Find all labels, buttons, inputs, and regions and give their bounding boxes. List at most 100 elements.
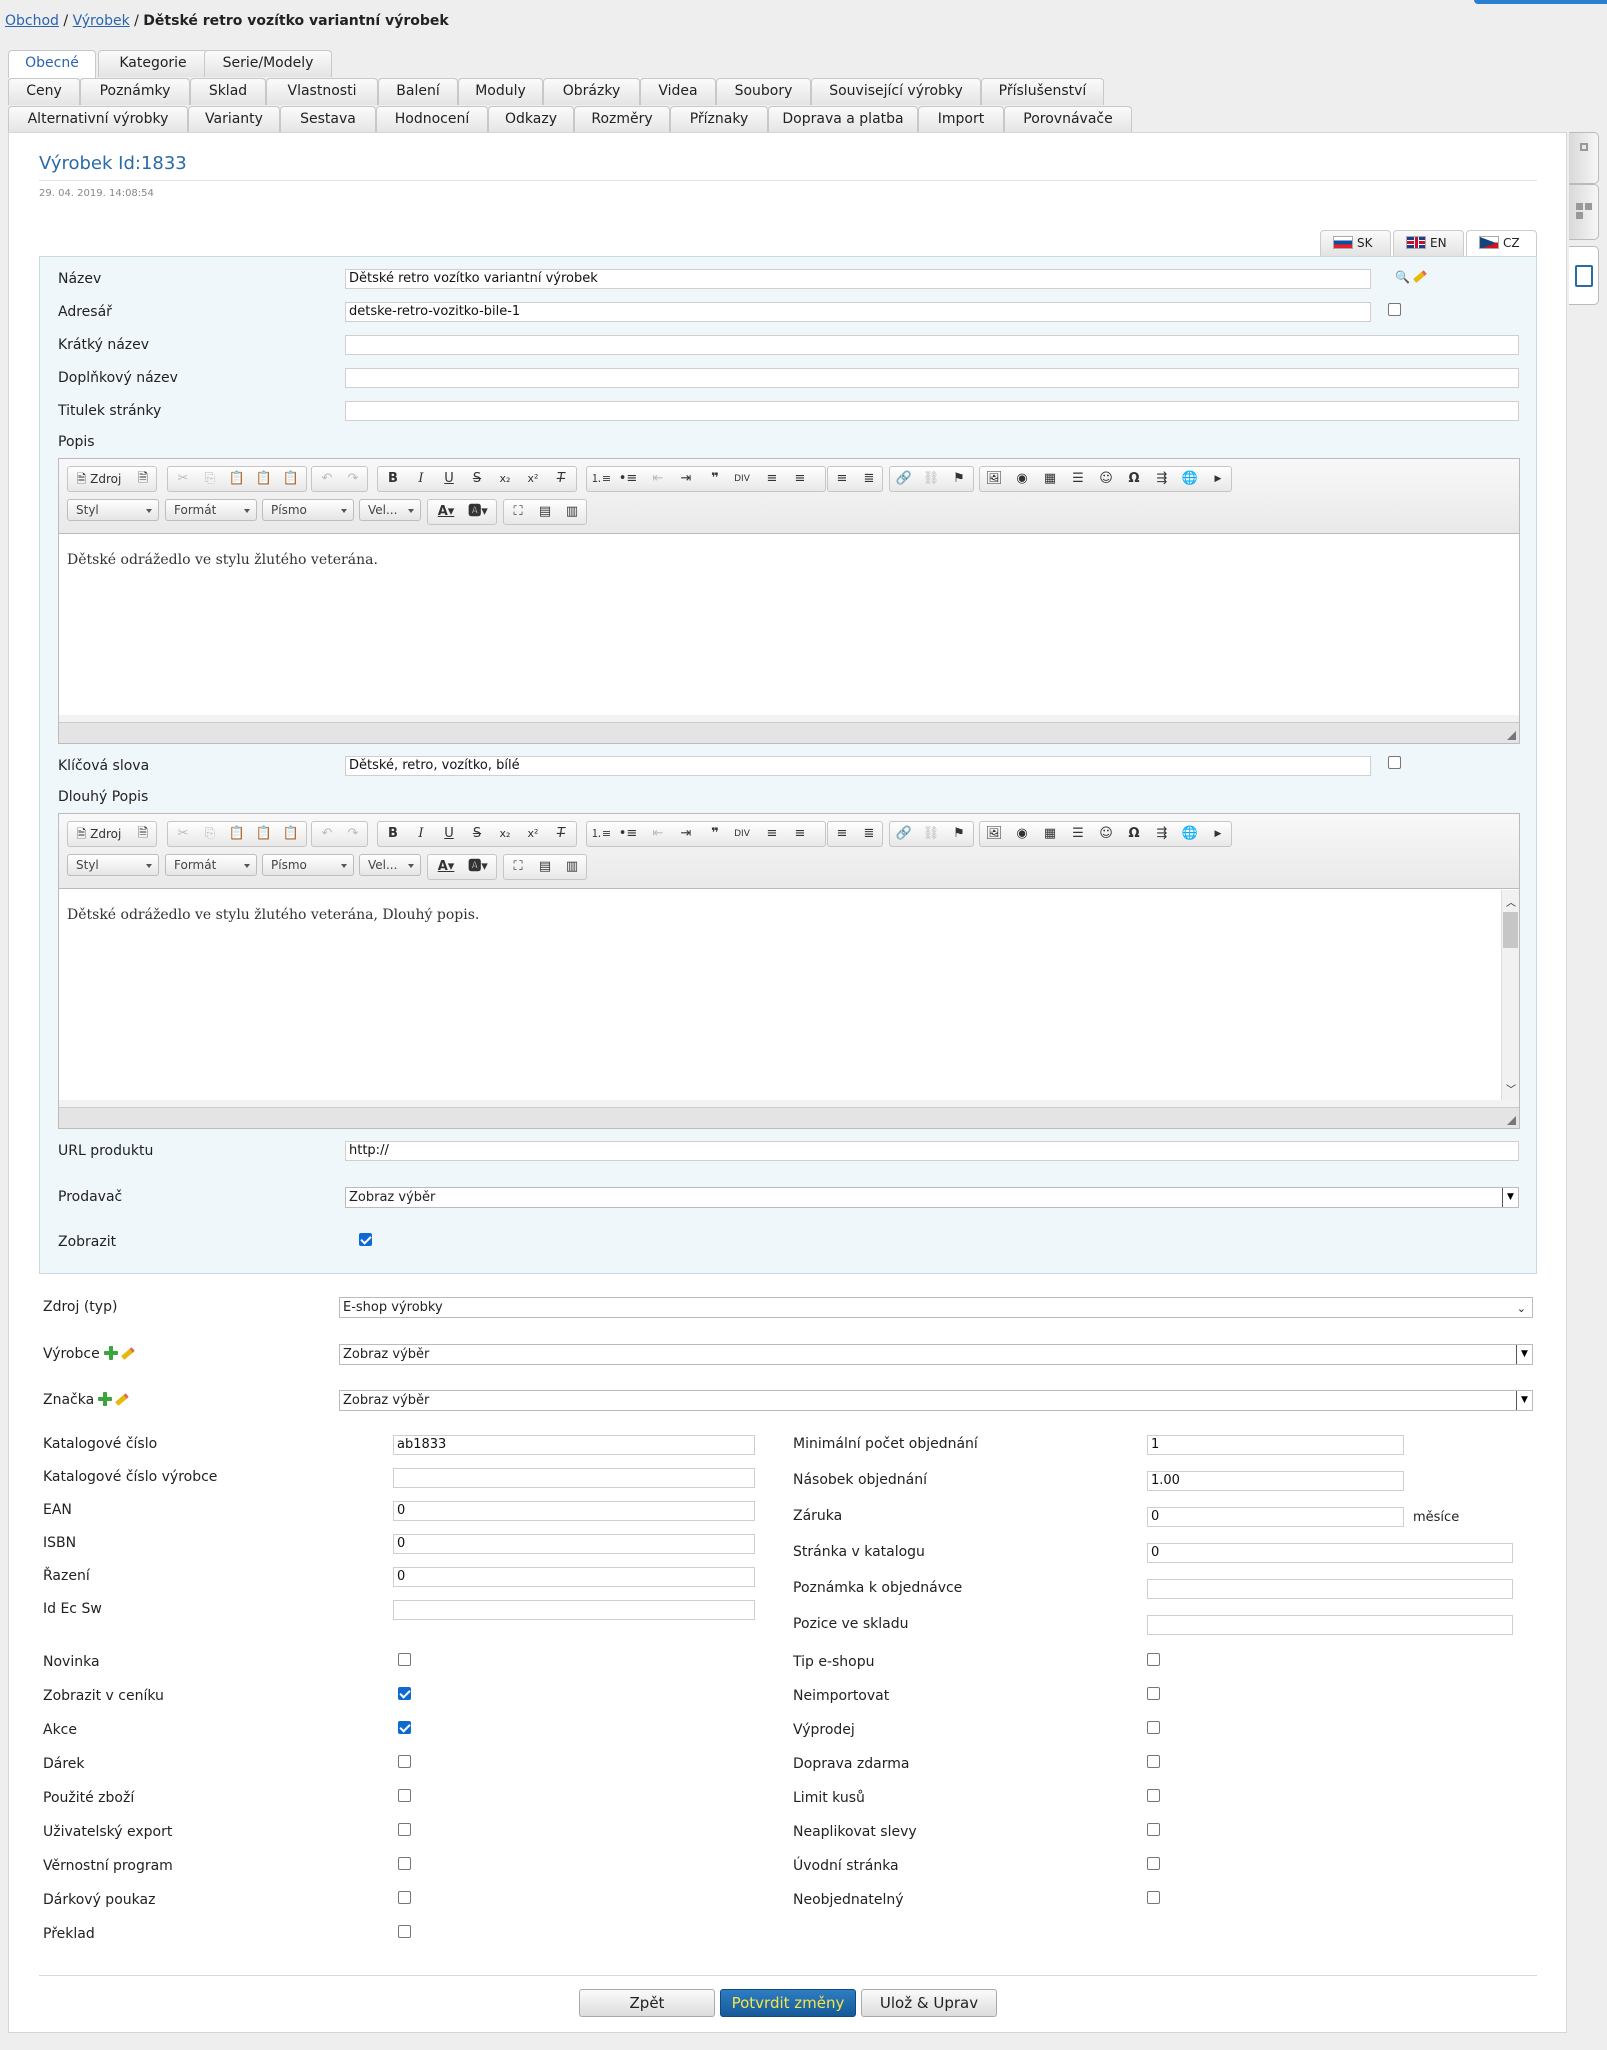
numbered-list-icon[interactable]: ⒈≡ (590, 469, 612, 489)
remove-format-icon[interactable]: T̶ (550, 469, 572, 489)
isbn-input[interactable]: 0 (393, 1534, 755, 1554)
tab-series-models[interactable]: Serie/Modely (204, 50, 332, 77)
ean-input[interactable]: 0 (393, 1501, 755, 1521)
paste-word-icon[interactable]: 📋 (280, 469, 302, 489)
table-icon[interactable]: ▦ (1039, 824, 1061, 844)
tab-alternative-products[interactable]: Alternativní výrobky (8, 106, 188, 133)
left-checkbox[interactable] (398, 1823, 411, 1836)
align-right-icon[interactable]: ≡ (831, 469, 853, 489)
link-icon[interactable]: 🔗 (893, 824, 915, 844)
tab-accessories[interactable]: Příslušenství (981, 78, 1104, 105)
link-icon[interactable]: 🔗 (893, 469, 915, 489)
cut-icon[interactable]: ✂ (172, 824, 194, 844)
address-input[interactable]: detske-retro-vozitko-bile-1 (345, 302, 1371, 322)
extra-name-input[interactable] (345, 368, 1519, 388)
lang-tab-sk[interactable]: SK (1320, 230, 1391, 257)
search-edit-icon[interactable]: 🔍 (1395, 270, 1427, 284)
left-checkbox[interactable] (398, 1653, 411, 1666)
superscript-icon[interactable]: x² (522, 824, 544, 844)
special-char-icon[interactable]: Ω (1123, 469, 1145, 489)
anchor-flag-icon[interactable]: ⚑ (948, 824, 970, 844)
breadcrumb-shop-link[interactable]: Obchod (5, 13, 59, 29)
iframe-icon[interactable]: 🌐 (1179, 824, 1201, 844)
scrollbar-thumb[interactable] (1503, 912, 1518, 948)
short-name-input[interactable] (345, 335, 1519, 355)
lang-tab-cz[interactable]: CZ (1466, 230, 1537, 257)
product-url-input[interactable]: http:// (345, 1141, 1519, 1161)
font-dropdown[interactable]: Písmo (262, 854, 354, 876)
iframe-icon[interactable]: 🌐 (1179, 469, 1201, 489)
strike-icon[interactable]: S (466, 824, 488, 844)
format-dropdown[interactable]: Formát (165, 499, 257, 521)
redo-icon[interactable]: ↷ (342, 824, 364, 844)
long-description-content[interactable]: Dětské odrážedlo ve stylu žlutého veterá… (59, 889, 1519, 1100)
lang-tab-en[interactable]: EN (1393, 230, 1464, 257)
undo-icon[interactable]: ↶ (316, 824, 338, 844)
outdent-icon[interactable]: ⇤ (647, 824, 669, 844)
image-icon[interactable]: 🖼 (983, 469, 1005, 489)
strike-icon[interactable]: S (466, 469, 488, 489)
paste-icon[interactable]: 📋 (226, 469, 248, 489)
superscript-icon[interactable]: x² (522, 469, 544, 489)
cut-icon[interactable]: ✂ (172, 469, 194, 489)
image-icon[interactable]: 🖼 (983, 824, 1005, 844)
undo-icon[interactable]: ↶ (316, 469, 338, 489)
anchor-flag-icon[interactable]: ⚑ (948, 469, 970, 489)
blockquote-icon[interactable]: ❞ (704, 469, 726, 489)
page-break-icon[interactable]: ⇶ (1151, 824, 1173, 844)
justify-icon[interactable]: ≣ (858, 469, 880, 489)
flash-icon[interactable]: ◉ (1011, 824, 1033, 844)
bg-color-icon[interactable]: 🅰▾ (463, 857, 493, 877)
order-note-input[interactable] (1147, 1579, 1513, 1599)
size-dropdown[interactable]: Vel... (359, 854, 421, 876)
text-color-icon[interactable]: A▾ (431, 502, 461, 522)
left-checkbox[interactable] (398, 1891, 411, 1904)
min-order-input[interactable]: 1 (1147, 1435, 1404, 1455)
source-type-select[interactable]: E-shop výrobky ⌄ (339, 1297, 1533, 1318)
tab-stock[interactable]: Sklad (190, 78, 266, 105)
flash-icon[interactable]: ◉ (1011, 469, 1033, 489)
template-icon[interactable]: ▥ (561, 502, 583, 522)
chevron-up-icon[interactable]: ︿ (1506, 894, 1516, 909)
horizontal-line-icon[interactable]: ☰ (1067, 469, 1089, 489)
paste-icon[interactable]: 📋 (226, 824, 248, 844)
editor-resize-bar[interactable] (59, 1107, 1519, 1128)
tab-rating[interactable]: Hodnocení (376, 106, 488, 133)
bold-icon[interactable]: B (382, 824, 404, 844)
ordering-input[interactable]: 0 (393, 1567, 755, 1587)
description-content[interactable]: Dětské odrážedlo ve stylu žlutého veterá… (59, 534, 1519, 715)
tab-links[interactable]: Odkazy (488, 106, 574, 133)
smiley-icon[interactable]: ☺ (1095, 824, 1117, 844)
size-dropdown[interactable]: Vel... (359, 499, 421, 521)
save-and-edit-button[interactable]: Ulož & Uprav (861, 1989, 997, 2017)
underline-icon[interactable]: U (438, 824, 460, 844)
text-color-icon[interactable]: A▾ (431, 857, 461, 877)
left-checkbox[interactable] (398, 1789, 411, 1802)
tab-shipping-payment[interactable]: Doprava a platba (768, 106, 918, 133)
dock-button-2[interactable] (1569, 184, 1599, 240)
tab-set[interactable]: Sestava (280, 106, 376, 133)
style-dropdown[interactable]: Styl (67, 854, 159, 876)
maximize-icon[interactable]: ⛶ (507, 857, 529, 877)
editor-resize-bar[interactable] (59, 722, 1519, 743)
left-checkbox[interactable] (398, 1687, 411, 1700)
unlink-icon[interactable]: ⛓ (920, 824, 942, 844)
maker-select[interactable]: Zobraz výběr ▼ (339, 1344, 1533, 1365)
blockquote-icon[interactable]: ❞ (704, 824, 726, 844)
dropdown-arrow-icon[interactable]: ▼ (1502, 1188, 1518, 1207)
div-icon[interactable]: DIV (731, 824, 753, 844)
right-checkbox[interactable] (1147, 1755, 1160, 1768)
indent-icon[interactable]: ⇥ (675, 469, 697, 489)
maker-catalog-number-input[interactable] (393, 1468, 755, 1488)
dock-button-1[interactable] (1569, 132, 1599, 184)
dropdown-arrow-icon[interactable]: ▼ (1516, 1345, 1532, 1364)
catalog-number-input[interactable]: ab1833 (393, 1435, 755, 1455)
left-checkbox[interactable] (398, 1721, 411, 1734)
edit-icon[interactable] (120, 1347, 135, 1360)
div-icon[interactable]: DIV (731, 469, 753, 489)
horizontal-line-icon[interactable]: ☰ (1067, 824, 1089, 844)
tab-packaging[interactable]: Balení (378, 78, 458, 105)
catalog-page-input[interactable]: 0 (1147, 1543, 1513, 1563)
youtube-icon[interactable]: ▶ (1207, 469, 1229, 489)
unlink-icon[interactable]: ⛓ (920, 469, 942, 489)
